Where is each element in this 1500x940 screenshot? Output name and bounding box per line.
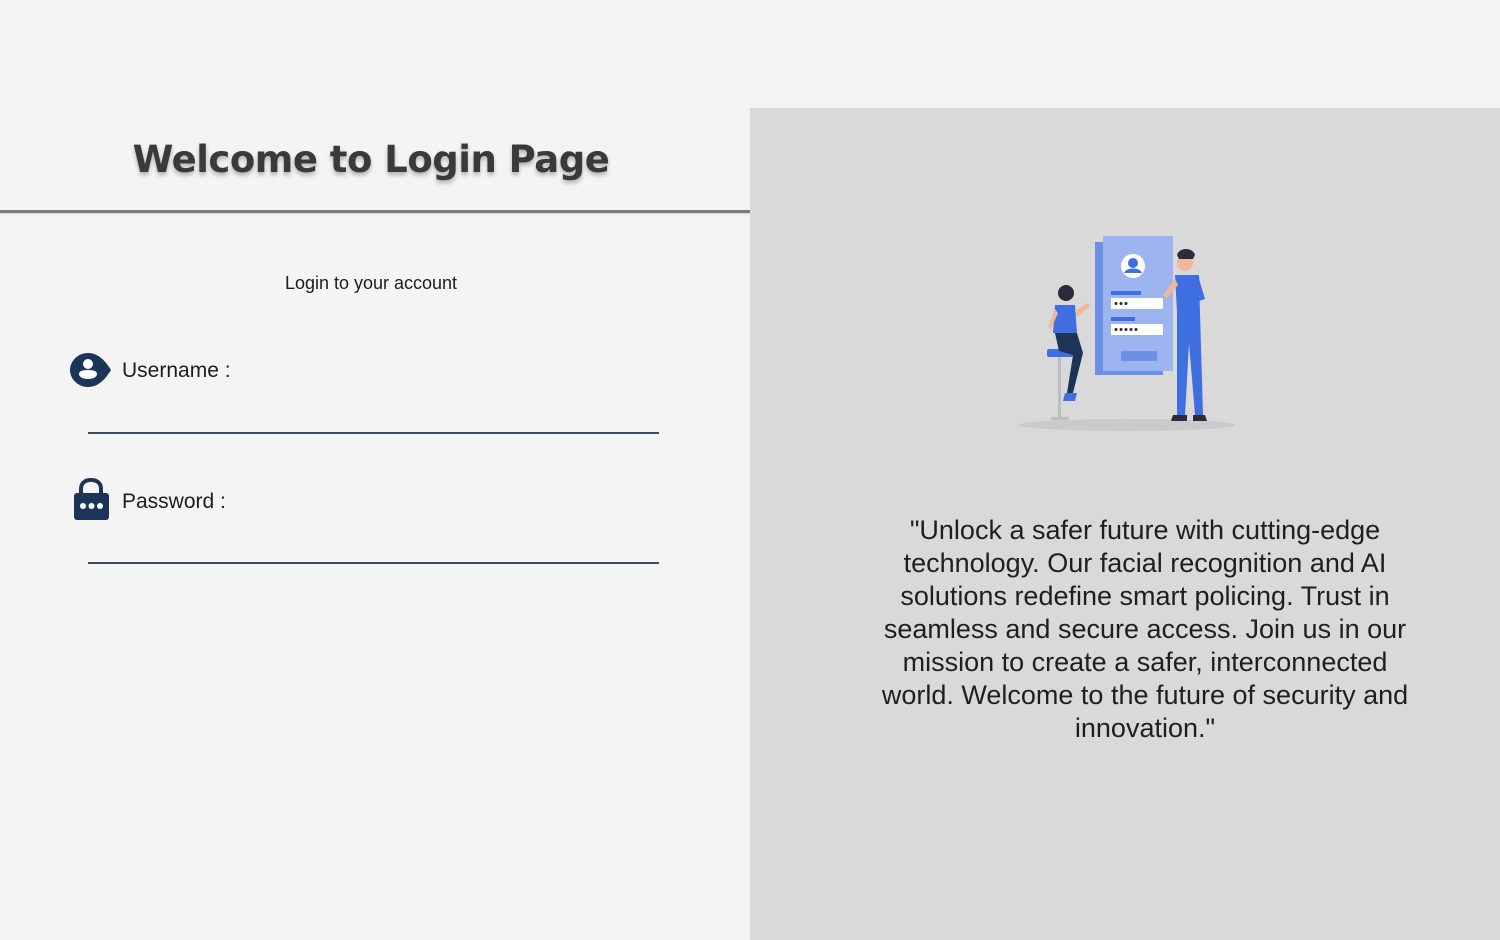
title-divider [0,210,750,213]
lock-icon [68,477,114,522]
promo-quote: "Unlock a safer future with cutting-edge… [881,515,1409,743]
login-page: Welcome to Login Page Login to your acco… [0,0,1500,940]
username-input[interactable] [88,398,660,432]
login-subtitle: Login to your account [284,273,458,293]
username-underline [88,432,659,434]
username-label: Username : [122,359,231,382]
user-badge-icon [68,350,114,394]
login-panel: Welcome to Login Page Login to your acco… [0,0,750,940]
password-underline [88,562,659,564]
password-input[interactable] [88,528,660,562]
login-illustration [1015,233,1240,438]
password-label: Password : [122,490,226,513]
promo-panel: "Unlock a safer future with cutting-edge… [750,108,1500,940]
page-title: Welcome to Login Page [132,138,610,181]
